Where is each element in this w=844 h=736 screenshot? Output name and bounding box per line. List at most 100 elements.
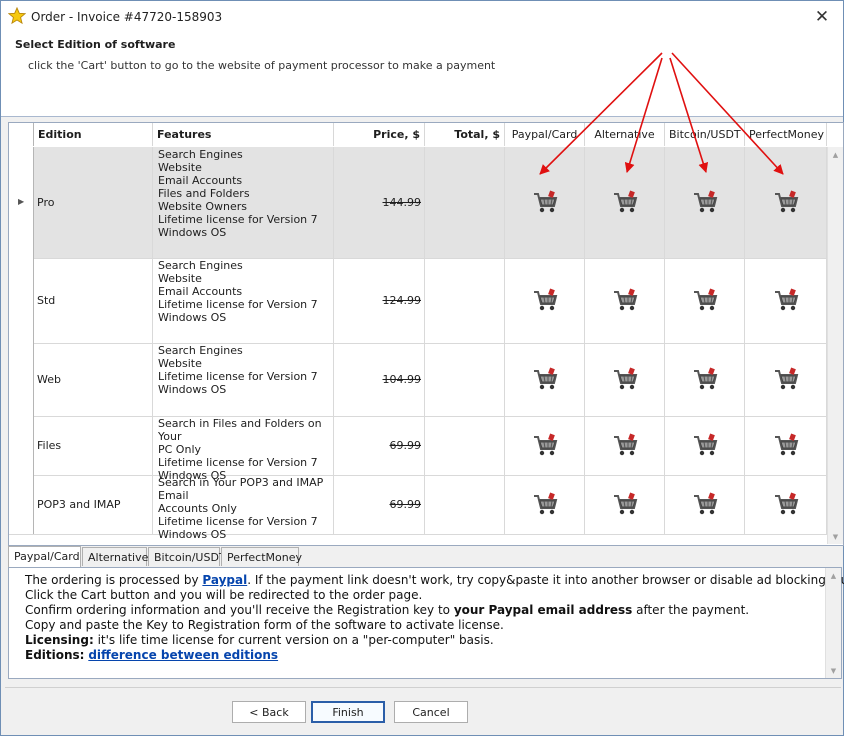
table-row[interactable]: Files Search in Files and Folders on Your… bbox=[9, 416, 827, 482]
scroll-up-arrow-icon[interactable]: ▲ bbox=[826, 568, 841, 583]
cart-button-bitcoin[interactable] bbox=[665, 416, 745, 475]
cart-button-paypal[interactable] bbox=[505, 416, 585, 475]
info-text: The ordering is processed by bbox=[25, 573, 203, 587]
shopping-cart-icon[interactable] bbox=[772, 366, 800, 394]
tab-perfectmoney[interactable]: PerfectMoney bbox=[221, 547, 302, 566]
edition-cell[interactable]: Std bbox=[34, 258, 153, 343]
feature-item: Lifetime license for Version 7 bbox=[158, 515, 318, 528]
current-row-arrow-icon: ▶ bbox=[18, 196, 25, 206]
row-indicator[interactable] bbox=[9, 475, 34, 534]
cart-button-alternative[interactable] bbox=[585, 475, 665, 534]
price-cell: 69.99 bbox=[334, 416, 425, 475]
shopping-cart-icon[interactable] bbox=[691, 366, 719, 394]
cart-button-bitcoin[interactable] bbox=[665, 258, 745, 343]
grid-scrollbar[interactable]: ▲ ▼ bbox=[827, 147, 843, 544]
cart-button-bitcoin[interactable] bbox=[665, 147, 745, 258]
row-indicator[interactable] bbox=[9, 343, 34, 416]
close-button[interactable]: ✕ bbox=[805, 5, 839, 29]
column-header-price[interactable]: Price, $ bbox=[334, 123, 425, 146]
column-header-total[interactable]: Total, $ bbox=[425, 123, 505, 146]
feature-item: Website bbox=[158, 272, 202, 285]
shopping-cart-icon[interactable] bbox=[691, 189, 719, 217]
shopping-cart-icon[interactable] bbox=[531, 432, 559, 460]
column-header-edition[interactable]: Edition bbox=[34, 123, 153, 146]
row-indicator[interactable]: ▶ bbox=[9, 147, 34, 258]
row-indicator[interactable] bbox=[9, 258, 34, 343]
shopping-cart-icon[interactable] bbox=[611, 287, 639, 315]
shopping-cart-icon[interactable] bbox=[531, 287, 559, 315]
shopping-cart-icon[interactable] bbox=[772, 491, 800, 519]
column-header-bitcoin[interactable]: Bitcoin/USDT bbox=[665, 123, 745, 146]
shopping-cart-icon[interactable] bbox=[772, 432, 800, 460]
wizard-header: Select Edition of software click the 'Ca… bbox=[1, 32, 843, 117]
window-title: Order - Invoice #47720-158903 bbox=[31, 10, 223, 24]
cart-button-perfectmoney[interactable] bbox=[745, 343, 827, 416]
table-row[interactable]: Std Search Engines Website Email Accounts Li… bbox=[9, 258, 827, 344]
feature-item: Windows OS bbox=[158, 383, 227, 396]
shopping-cart-icon[interactable] bbox=[772, 189, 800, 217]
cart-button-perfectmoney[interactable] bbox=[745, 475, 827, 534]
editions-difference-link[interactable]: difference between editions bbox=[88, 648, 278, 662]
tab-alternative[interactable]: Alternative bbox=[82, 547, 148, 566]
shopping-cart-icon[interactable] bbox=[531, 491, 559, 519]
cart-button-perfectmoney[interactable] bbox=[745, 416, 827, 475]
shopping-cart-icon[interactable] bbox=[611, 366, 639, 394]
feature-item: Windows OS bbox=[158, 226, 227, 239]
cart-button-alternative[interactable] bbox=[585, 147, 665, 258]
shopping-cart-icon[interactable] bbox=[611, 491, 639, 519]
shopping-cart-icon[interactable] bbox=[611, 189, 639, 217]
feature-item: Search in Files and Folders on Your bbox=[158, 417, 322, 443]
info-text: Click the Cart button and you will be re… bbox=[25, 588, 423, 602]
back-button[interactable]: < Back bbox=[232, 701, 306, 723]
cart-button-alternative[interactable] bbox=[585, 258, 665, 343]
feature-item: Files and Folders bbox=[158, 187, 250, 200]
shopping-cart-icon[interactable] bbox=[611, 432, 639, 460]
scroll-down-arrow-icon[interactable]: ▼ bbox=[828, 529, 843, 544]
features-cell: Search Engines Website Lifetime license fo… bbox=[153, 343, 334, 416]
tab-paypal-card[interactable]: Paypal/Card bbox=[8, 546, 81, 567]
tab-bitcoin-usdt[interactable]: Bitcoin/USDT bbox=[148, 547, 226, 566]
price-cell: 124.99 bbox=[334, 258, 425, 343]
shopping-cart-icon[interactable] bbox=[691, 287, 719, 315]
features-cell: Search Engines Website Email Accounts Lifet… bbox=[153, 258, 334, 343]
cart-button-alternative[interactable] bbox=[585, 416, 665, 475]
scroll-up-arrow-icon[interactable]: ▲ bbox=[828, 147, 843, 162]
cart-button-paypal[interactable] bbox=[505, 343, 585, 416]
table-row[interactable]: POP3 and IMAP Search in Your POP3 and IMA… bbox=[9, 475, 827, 541]
total-cell bbox=[425, 147, 505, 258]
edition-cell[interactable]: Files bbox=[34, 416, 153, 475]
cart-button-alternative[interactable] bbox=[585, 343, 665, 416]
feature-item: Search Engines bbox=[158, 259, 243, 272]
cart-button-paypal[interactable] bbox=[505, 475, 585, 534]
column-header-perfectmoney[interactable]: PerfectMoney bbox=[745, 123, 827, 146]
scroll-down-arrow-icon[interactable]: ▼ bbox=[826, 663, 841, 678]
price-cell: 144.99 bbox=[334, 147, 425, 258]
total-cell bbox=[425, 343, 505, 416]
edition-cell[interactable]: POP3 and IMAP bbox=[34, 475, 153, 534]
cart-button-paypal[interactable] bbox=[505, 147, 585, 258]
cart-button-paypal[interactable] bbox=[505, 258, 585, 343]
shopping-cart-icon[interactable] bbox=[772, 287, 800, 315]
shopping-cart-icon[interactable] bbox=[691, 432, 719, 460]
order-dialog-window: Order - Invoice #47720-158903 ✕ Select E… bbox=[0, 0, 844, 736]
table-row[interactable]: ▶ Pro Search Engines Website Email Accounts F… bbox=[9, 147, 827, 259]
cancel-button[interactable]: Cancel bbox=[394, 701, 468, 723]
cart-button-bitcoin[interactable] bbox=[665, 343, 745, 416]
column-header-features[interactable]: Features bbox=[153, 123, 334, 146]
info-scrollbar[interactable]: ▲ ▼ bbox=[825, 568, 841, 678]
row-indicator[interactable] bbox=[9, 416, 34, 475]
cart-button-bitcoin[interactable] bbox=[665, 475, 745, 534]
paypal-link[interactable]: Paypal bbox=[202, 573, 247, 587]
cart-button-perfectmoney[interactable] bbox=[745, 258, 827, 343]
column-header-alternative[interactable]: Alternative bbox=[585, 123, 665, 146]
column-header-paypal[interactable]: Paypal/Card bbox=[505, 123, 585, 146]
shopping-cart-icon[interactable] bbox=[531, 189, 559, 217]
shopping-cart-icon[interactable] bbox=[531, 366, 559, 394]
edition-cell[interactable]: Pro bbox=[34, 147, 153, 258]
feature-item: Search Engines bbox=[158, 148, 243, 161]
edition-cell[interactable]: Web bbox=[34, 343, 153, 416]
cart-button-perfectmoney[interactable] bbox=[745, 147, 827, 258]
table-row[interactable]: Web Search Engines Website Lifetime license… bbox=[9, 343, 827, 417]
finish-button[interactable]: Finish bbox=[311, 701, 385, 723]
shopping-cart-icon[interactable] bbox=[691, 491, 719, 519]
